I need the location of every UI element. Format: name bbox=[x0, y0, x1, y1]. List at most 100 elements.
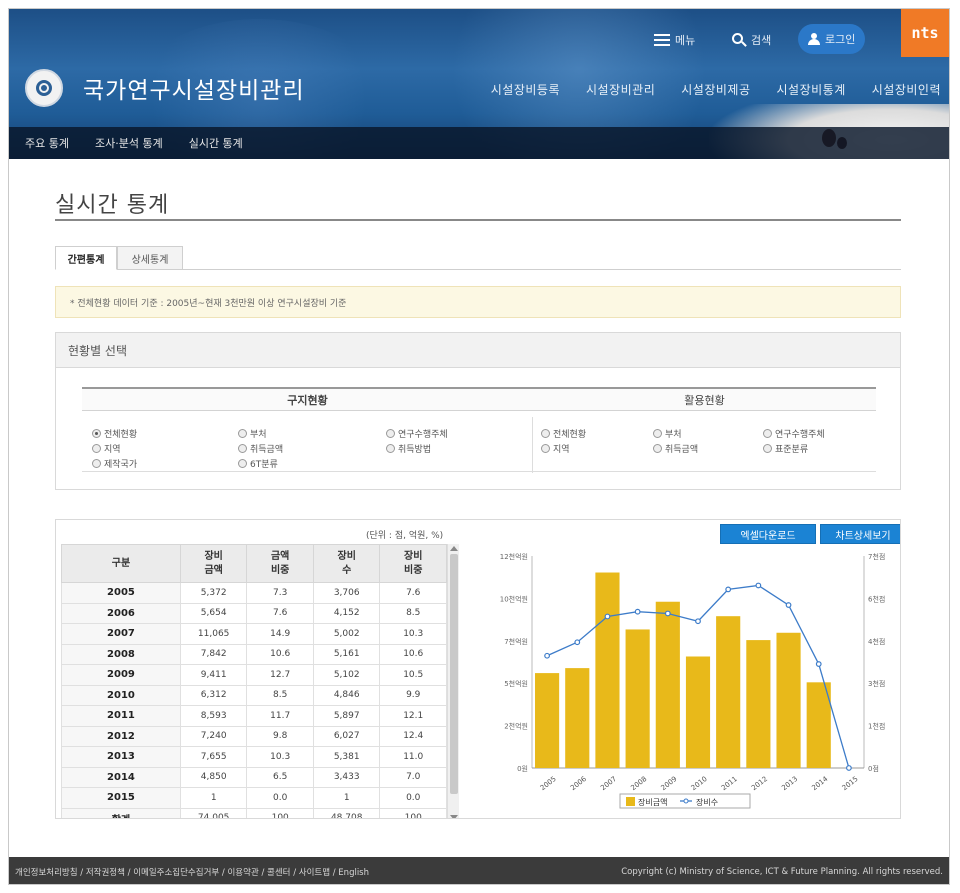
chart-detail-button[interactable]: 차트상세보기 bbox=[820, 524, 900, 544]
cell-count: 3,706 bbox=[312, 582, 381, 604]
cell-amount: 5,654 bbox=[179, 602, 248, 624]
radio-dot[interactable] bbox=[238, 429, 247, 438]
subnav-item-realtime[interactable]: 실시간 통계 bbox=[189, 135, 243, 151]
table-row: 2006 5,654 7.6 4,152 8.5 bbox=[61, 602, 447, 624]
menu-button[interactable]: 메뉴 bbox=[654, 29, 695, 51]
radio-dot[interactable] bbox=[541, 444, 550, 453]
x-tick-label: 2006 bbox=[569, 775, 588, 793]
radio-holdings-cost[interactable]: 취득금액 bbox=[238, 442, 283, 455]
site-title[interactable]: 국가연구시설장비관리 bbox=[83, 71, 305, 105]
cell-year: 2013 bbox=[61, 746, 181, 768]
line-point bbox=[755, 582, 762, 589]
tab-simple[interactable]: 간편통계 bbox=[55, 246, 117, 270]
radio-usage-region[interactable]: 지역 bbox=[541, 442, 570, 455]
subnav-item-main[interactable]: 주요 통계 bbox=[25, 135, 69, 151]
radio-dot[interactable] bbox=[92, 429, 101, 438]
radio-holdings-country[interactable]: 제작국가 bbox=[92, 457, 137, 470]
radio-usage-all[interactable]: 전체현황 bbox=[541, 427, 586, 440]
cell-year: 2015 bbox=[61, 787, 181, 809]
radio-dot[interactable] bbox=[386, 429, 395, 438]
x-tick-label: 2007 bbox=[599, 775, 618, 792]
cell-count-share: 9.9 bbox=[379, 684, 447, 706]
bar bbox=[535, 673, 560, 768]
cell-year: 2010 bbox=[61, 684, 181, 706]
radio-holdings-all[interactable]: 전체현황 bbox=[92, 427, 137, 440]
cell-amount: 9,411 bbox=[179, 664, 248, 686]
radio-holdings-region[interactable]: 지역 bbox=[92, 442, 121, 455]
combo-chart: 0원 0점 2천억원 1천점 5천억원 3천점 7천억원 4천점 10천억원 6천점 12천억원 7천… bbox=[500, 552, 885, 809]
nav-item-provide[interactable]: 시설장비제공 bbox=[681, 81, 750, 98]
x-tick-label: 2010 bbox=[690, 775, 709, 792]
radio-usage-ministry[interactable]: 부처 bbox=[653, 427, 682, 440]
col-header-count: 장비 수 bbox=[312, 544, 381, 583]
nav-item-manage[interactable]: 시설장비관리 bbox=[586, 81, 655, 98]
login-label: 로그인 bbox=[825, 33, 856, 46]
table-row: 2009 9,411 12.7 5,102 10.5 bbox=[61, 664, 447, 686]
radio-dot[interactable] bbox=[541, 429, 550, 438]
radio-holdings-ministry[interactable]: 부처 bbox=[238, 427, 267, 440]
cell-amount-share: 10.6 bbox=[246, 643, 314, 665]
bar bbox=[716, 616, 741, 768]
radio-usage-cost[interactable]: 취득금액 bbox=[653, 442, 698, 455]
radio-dot[interactable] bbox=[653, 429, 662, 438]
nav-item-register[interactable]: 시설장비등록 bbox=[491, 81, 560, 98]
radio-usage-research-entity[interactable]: 연구수행주체 bbox=[763, 427, 825, 440]
subnav-item-analysis[interactable]: 조사·분석 통계 bbox=[95, 135, 163, 151]
radio-dot[interactable] bbox=[386, 444, 395, 453]
radio-dot[interactable] bbox=[763, 444, 772, 453]
radio-holdings-research-entity[interactable]: 연구수행주체 bbox=[386, 427, 448, 440]
footer-links[interactable]: 개인정보처리방침 / 저작권정책 / 이메일주소집단수집거부 / 이용약관 / … bbox=[15, 866, 369, 878]
site-logo-icon[interactable] bbox=[25, 69, 63, 107]
cell-year: 2014 bbox=[61, 766, 181, 788]
menu-label: 메뉴 bbox=[675, 34, 696, 47]
nav-item-statistics[interactable]: 시설장비통계 bbox=[777, 81, 846, 98]
radio-dot[interactable] bbox=[763, 429, 772, 438]
cell-amount-share: 0.0 bbox=[246, 787, 314, 809]
cell-amount-share: 6.5 bbox=[246, 766, 314, 788]
selection-heading: 현황별 선택 bbox=[56, 333, 900, 368]
table-row: 2008 7,842 10.6 5,161 10.6 bbox=[61, 643, 447, 665]
cell-amount: 6,312 bbox=[179, 684, 248, 706]
search-button[interactable]: 검색 bbox=[732, 29, 771, 51]
cell-year: 2011 bbox=[61, 705, 181, 727]
col-header-category: 구분 bbox=[61, 544, 181, 583]
scroll-down-icon[interactable] bbox=[450, 815, 458, 818]
x-tick-label: 2014 bbox=[810, 775, 829, 793]
table-row: 2007 11,065 14.9 5,002 10.3 bbox=[61, 623, 447, 645]
sub-nav: 주요 통계 조사·분석 통계 실시간 통계 bbox=[9, 127, 949, 159]
cell-count: 4,152 bbox=[312, 602, 381, 624]
cell-amount: 7,842 bbox=[179, 643, 248, 665]
radio-holdings-6t[interactable]: 6T분류 bbox=[238, 457, 278, 470]
radio-dot[interactable] bbox=[238, 444, 247, 453]
radio-dot[interactable] bbox=[92, 459, 101, 468]
cell-year: 2008 bbox=[61, 643, 181, 665]
radio-dot[interactable] bbox=[92, 444, 101, 453]
radio-dot[interactable] bbox=[653, 444, 662, 453]
scroll-up-icon[interactable] bbox=[450, 546, 458, 551]
tab-detail[interactable]: 상세통계 bbox=[117, 246, 183, 270]
excel-download-button[interactable]: 엑셀다운로드 bbox=[720, 524, 816, 544]
cell-amount-share: 9.8 bbox=[246, 725, 314, 747]
login-button[interactable]: 로그인 bbox=[798, 24, 866, 54]
bar bbox=[565, 668, 590, 768]
stats-table-container[interactable]: 구분 장비 금액 금액 비중 장비 수 장비 비중 2005 5,372 7.3 3,706 7… bbox=[61, 544, 457, 818]
cell-count-share: 100 bbox=[379, 807, 447, 818]
table-row: 2015 1 0.0 1 0.0 bbox=[61, 787, 447, 809]
right-tick-label: 7천점 bbox=[868, 552, 885, 561]
nav-item-personnel[interactable]: 시설장비인력 bbox=[872, 81, 941, 98]
right-tick-label: 0점 bbox=[868, 765, 879, 773]
radio-usage-standard[interactable]: 표준분류 bbox=[763, 442, 808, 455]
status-selection-panel: 현황별 선택 구지현황 활용현황 전체현황 부처 연구수행주체 지역 취득금액 … bbox=[55, 332, 901, 490]
ntis-logo[interactable]: nts bbox=[901, 9, 949, 57]
x-tick-label: 2008 bbox=[629, 775, 648, 792]
radio-dot[interactable] bbox=[238, 459, 247, 468]
hamburger-icon bbox=[654, 34, 670, 46]
table-scrollbar[interactable] bbox=[447, 544, 459, 818]
user-icon bbox=[808, 33, 820, 45]
radio-holdings-method[interactable]: 취득방법 bbox=[386, 442, 431, 455]
scroll-thumb[interactable] bbox=[450, 554, 458, 794]
col-header-count-share: 장비 비중 bbox=[379, 544, 447, 583]
cell-amount: 74,005 bbox=[179, 807, 248, 818]
cell-count-share: 12.1 bbox=[379, 705, 447, 727]
cell-amount-share: 14.9 bbox=[246, 623, 314, 645]
